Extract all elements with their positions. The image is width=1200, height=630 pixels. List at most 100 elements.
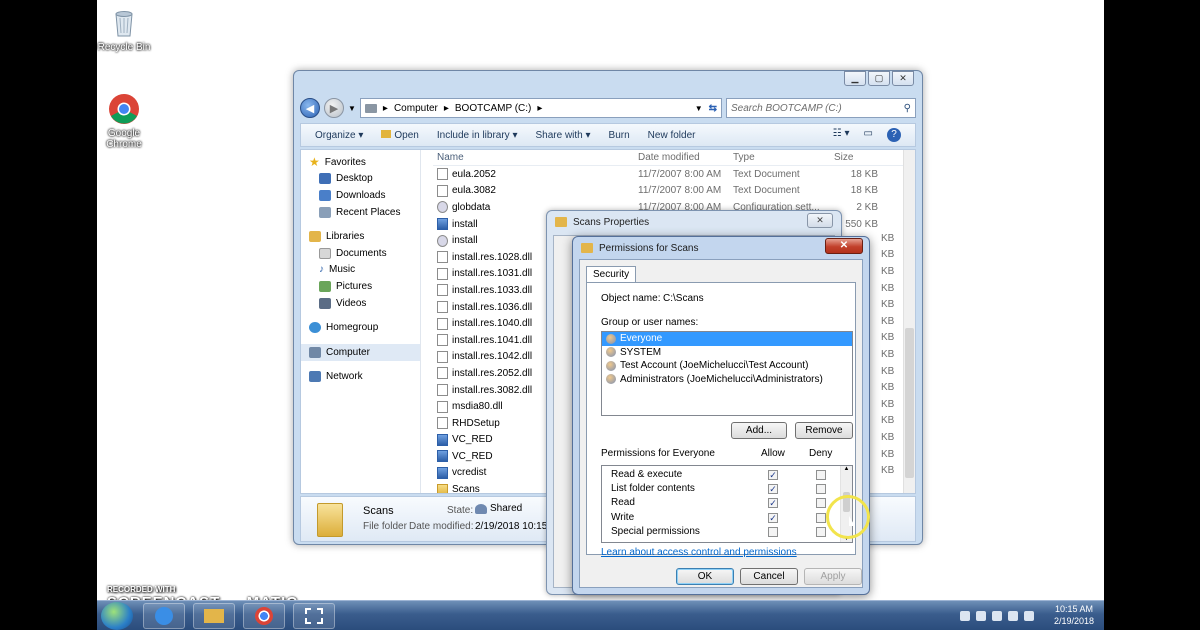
nav-recent-places[interactable]: Recent Places	[301, 204, 420, 221]
column-name[interactable]: Name	[433, 152, 638, 163]
remove-button[interactable]: Remove	[795, 422, 853, 439]
favorites-star-icon: ★	[309, 155, 320, 170]
tray-arrow-icon[interactable]	[960, 611, 970, 621]
search-input[interactable]: Search BOOTCAMP (C:) ⚲	[726, 98, 916, 118]
tab-security[interactable]: Security	[586, 266, 637, 283]
deny-checkbox[interactable]	[816, 484, 826, 495]
tray-network-icon[interactable]	[992, 611, 1002, 621]
nav-music[interactable]: ♪ Music	[301, 262, 420, 279]
window-controls: ▁ ▢ ✕	[844, 71, 914, 86]
burn-button[interactable]: Burn	[609, 130, 630, 141]
forward-button[interactable]: ▶	[324, 98, 344, 118]
tray-volume-icon[interactable]	[1008, 611, 1018, 621]
nav-favorites[interactable]: ★ Favorites	[301, 154, 420, 171]
file-row[interactable]: eula.3082 11/7/2007 8:00 AM Text Document 1…	[433, 183, 903, 200]
add-button[interactable]: Add...	[731, 422, 787, 439]
file-icon	[437, 168, 448, 181]
nav-downloads[interactable]: Downloads	[301, 187, 420, 204]
nav-desktop[interactable]: Desktop	[301, 171, 420, 188]
organize-button[interactable]: Organize ▾	[315, 130, 363, 141]
scrollbar-thumb[interactable]	[905, 328, 914, 478]
view-options-icon[interactable]: ☷ ▾	[833, 128, 850, 142]
taskbar-snipping-button[interactable]	[293, 603, 335, 629]
allow-checkbox[interactable]: ✓	[768, 470, 778, 480]
address-bar[interactable]: ▸ Computer ▸ BOOTCAMP (C:) ▸ ▼ ⇆	[359, 98, 722, 118]
share-with-button[interactable]: Share with ▾	[535, 130, 590, 141]
column-type[interactable]: Type	[733, 152, 828, 163]
refresh-icon[interactable]: ⇆	[709, 103, 717, 114]
file-row[interactable]: eula.2052 11/7/2007 8:00 AM Text Document 1…	[433, 166, 903, 183]
desktop-icon-recycle-bin[interactable]: Recycle Bin	[97, 6, 152, 53]
cancel-button[interactable]: Cancel	[740, 568, 798, 585]
user-list[interactable]: Everyone SYSTEM Test Account (JoeMichelu…	[601, 331, 853, 416]
ok-button[interactable]: OK	[676, 568, 734, 585]
allow-checkbox[interactable]: ✓	[768, 498, 778, 509]
nav-pictures[interactable]: Pictures	[301, 278, 420, 295]
start-button[interactable]	[101, 602, 133, 630]
permissions-body: Security Object name: C:\Scans Group or …	[579, 259, 863, 588]
new-folder-button[interactable]: New folder	[648, 130, 696, 141]
user-item-everyone[interactable]: Everyone	[602, 332, 852, 346]
address-dropdown-icon[interactable]: ▼	[695, 104, 703, 113]
deny-checkbox[interactable]	[816, 498, 826, 509]
music-icon: ♪	[319, 264, 324, 276]
file-name: install.res.3082.dll	[452, 384, 533, 396]
recent-pages-chevron-icon[interactable]: ▼	[348, 104, 356, 113]
tray-power-icon[interactable]	[1024, 611, 1034, 621]
access-control-help-link[interactable]: Learn about access control and permissio…	[601, 547, 797, 558]
scroll-up-icon[interactable]: ▲	[841, 466, 852, 472]
permission-row: Read & execute ✓	[602, 468, 840, 482]
nav-network[interactable]: Network	[301, 369, 420, 386]
include-in-library-button[interactable]: Include in library ▾	[437, 130, 518, 141]
breadcrumb-computer[interactable]: Computer	[394, 103, 438, 114]
taskbar-chrome-button[interactable]	[243, 603, 285, 629]
search-icon[interactable]: ⚲	[904, 103, 911, 114]
file-list-scrollbar[interactable]	[903, 150, 915, 493]
allow-checkbox[interactable]: ✓	[768, 484, 778, 495]
apply-button[interactable]: Apply	[804, 568, 862, 585]
permissions-for-label: Permissions for Everyone	[601, 448, 715, 459]
preview-pane-icon[interactable]: ▭	[864, 128, 873, 142]
taskbar-ie-button[interactable]	[143, 603, 185, 629]
tray-flag-icon[interactable]	[976, 611, 986, 621]
nav-documents[interactable]: Documents	[301, 245, 420, 262]
user-item-test-account[interactable]: Test Account (JoeMichelucci\Test Account…	[602, 359, 852, 373]
breadcrumb-drive[interactable]: BOOTCAMP (C:)	[455, 103, 531, 114]
allow-header: Allow	[761, 448, 785, 459]
file-name: VC_RED	[452, 434, 493, 446]
minimize-button[interactable]: ▁	[844, 71, 866, 86]
file-name: install.res.1028.dll	[452, 251, 533, 263]
taskbar-explorer-button[interactable]	[193, 603, 235, 629]
close-button[interactable]: ✕	[892, 71, 914, 86]
nav-libraries[interactable]: Libraries	[301, 228, 420, 245]
maximize-button[interactable]: ▢	[868, 71, 890, 86]
help-icon[interactable]: ?	[887, 128, 901, 142]
allow-checkbox[interactable]	[768, 526, 778, 537]
deny-checkbox[interactable]	[816, 526, 826, 537]
deny-checkbox[interactable]	[816, 512, 826, 523]
user-item-system[interactable]: SYSTEM	[602, 346, 852, 360]
file-name: vcredist	[452, 467, 487, 479]
desktop-icon-chrome[interactable]: Google Chrome	[97, 92, 152, 150]
column-size[interactable]: Size	[828, 152, 878, 163]
back-button[interactable]: ◀	[300, 98, 320, 118]
user-item-administrators[interactable]: Administrators (JoeMichelucci\Administra…	[602, 373, 852, 387]
user-icon	[606, 360, 616, 371]
clock[interactable]: 10:15 AM 2/19/2018	[1054, 603, 1094, 627]
file-size: 18 KB	[850, 168, 878, 180]
properties-close-button[interactable]: ✕	[807, 213, 833, 228]
nav-homegroup[interactable]: Homegroup	[301, 319, 420, 336]
permissions-close-button[interactable]: ✕	[825, 238, 863, 254]
file-size-unit: KB	[881, 348, 895, 360]
security-panel: Object name: C:\Scans Group or user name…	[586, 282, 856, 558]
file-name: install.res.2052.dll	[452, 367, 533, 379]
column-date[interactable]: Date modified	[638, 152, 733, 163]
open-button[interactable]: Open	[381, 129, 419, 141]
deny-checkbox[interactable]	[816, 470, 826, 480]
ie-icon	[155, 607, 173, 625]
explorer-icon	[204, 609, 224, 623]
nav-videos[interactable]: Videos	[301, 295, 420, 312]
nav-computer[interactable]: Computer	[301, 343, 420, 361]
permission-row: Write ✓	[602, 511, 840, 525]
allow-checkbox[interactable]: ✓	[768, 512, 778, 523]
